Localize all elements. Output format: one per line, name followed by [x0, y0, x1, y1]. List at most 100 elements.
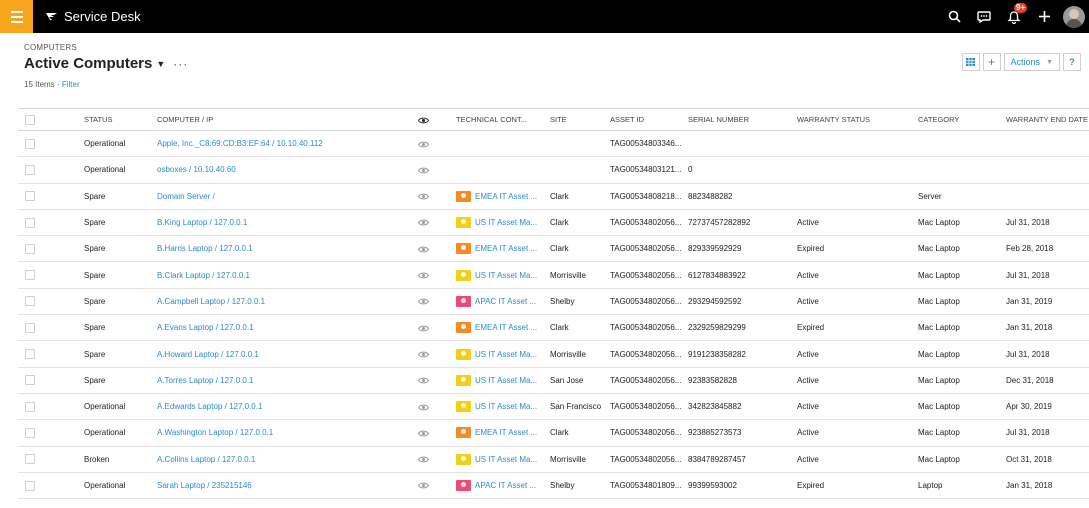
eye-icon[interactable] [418, 430, 429, 437]
technical-contact-link[interactable]: US IT Asset Ma... [475, 455, 537, 464]
row-checkbox[interactable] [25, 296, 35, 307]
computer-link[interactable]: Sarah Laptop / 235215146 [157, 481, 252, 490]
eye-icon[interactable] [418, 193, 429, 200]
eye-icon[interactable] [418, 272, 429, 279]
computer-link[interactable]: B.Harris Laptop / 127.0.0.1 [157, 244, 253, 253]
add-button[interactable]: + [982, 53, 1001, 71]
computer-link[interactable]: A.Evans Laptop / 127.0.0.1 [157, 323, 254, 332]
column-header[interactable]: WARRANTY STATUS [797, 108, 918, 131]
column-header-visibility[interactable] [418, 108, 456, 131]
asset-id-cell: TAG00534803346... [610, 130, 688, 158]
computer-link[interactable]: A.Howard Laptop / 127.0.0.1 [157, 350, 259, 359]
category-cell: Mac Laptop [918, 261, 1006, 289]
technical-contact-link[interactable]: EMEA IT Asset ... [475, 323, 537, 332]
table-row[interactable]: Spare A.Torres Laptop / 127.0.0.1 US IT As… [18, 367, 1089, 394]
technical-contact-link[interactable]: EMEA IT Asset ... [475, 244, 537, 253]
table-row[interactable]: Spare B.King Laptop / 127.0.0.1 US IT Asse… [18, 209, 1089, 237]
table-row[interactable]: Spare B.Clark Laptop / 127.0.0.1 US IT Ass… [18, 261, 1089, 289]
status-cell: Spare [84, 367, 157, 394]
column-header[interactable]: SITE [550, 108, 610, 131]
row-checkbox[interactable] [25, 454, 35, 465]
eye-icon[interactable] [418, 404, 429, 411]
column-header[interactable]: WARRANTY END DATE [1006, 108, 1089, 131]
user-avatar[interactable] [1063, 5, 1085, 28]
row-checkbox[interactable] [25, 164, 35, 175]
eye-icon[interactable] [418, 351, 429, 358]
computer-link[interactable]: B.King Laptop / 127.0.0.1 [157, 218, 247, 227]
technical-contact-link[interactable]: EMEA IT Asset ... [475, 428, 537, 437]
technical-contact-link[interactable]: US IT Asset Ma... [475, 350, 537, 359]
computer-link[interactable]: osboxes / 10.10.40.60 [157, 165, 236, 174]
column-header[interactable]: SERIAL NUMBER [688, 108, 797, 131]
eye-icon[interactable] [418, 167, 429, 174]
technical-contact-link[interactable]: US IT Asset Ma... [475, 218, 537, 227]
add-label: + [988, 55, 996, 69]
row-checkbox[interactable] [25, 270, 35, 281]
eye-icon[interactable] [418, 246, 429, 253]
table-row[interactable]: Operational A.Washington Laptop / 127.0.0… [18, 419, 1089, 447]
technical-contact-link[interactable]: APAC IT Asset ... [475, 481, 536, 490]
eye-icon[interactable] [418, 482, 429, 489]
asset-id-cell: TAG00534802056... [610, 209, 688, 237]
table-row[interactable]: Operational Apple, Inc._C8:69:CD:B3:EF:64… [18, 130, 1089, 158]
computer-link[interactable]: B.Clark Laptop / 127.0.0.1 [157, 271, 250, 280]
table-row[interactable]: Spare B.Harris Laptop / 127.0.0.1 EMEA IT … [18, 235, 1089, 263]
breadcrumb[interactable]: COMPUTERS [24, 43, 188, 52]
eye-icon[interactable] [418, 325, 429, 332]
actions-dropdown[interactable]: Actions ▼ [1003, 53, 1060, 71]
computer-link[interactable]: Domain Server / [157, 192, 215, 201]
notification-bell-icon[interactable]: 9+ [999, 0, 1029, 33]
grid-view-button[interactable] [961, 53, 980, 71]
brand[interactable]: Service Desk [45, 9, 141, 24]
help-button[interactable]: ? [1063, 53, 1081, 71]
row-checkbox[interactable] [25, 427, 35, 438]
column-header[interactable]: STATUS [84, 108, 157, 131]
computer-link[interactable]: Apple, Inc._C8:69:CD:B3:EF:64 / 10.10.40… [157, 139, 323, 148]
table-row[interactable]: Spare A.Howard Laptop / 127.0.0.1 US IT As… [18, 340, 1089, 368]
eye-icon[interactable] [418, 377, 429, 384]
row-checkbox[interactable] [25, 375, 35, 386]
more-options-icon[interactable]: ··· [173, 57, 188, 71]
column-header[interactable]: ASSET ID [610, 108, 688, 131]
menu-icon[interactable] [0, 0, 33, 33]
table-row[interactable]: Spare A.Evans Laptop / 127.0.0.1 EMEA IT A… [18, 314, 1089, 342]
technical-contact-link[interactable]: US IT Asset Ma... [475, 376, 537, 385]
table-row[interactable]: Spare A.Campbell Laptop / 127.0.0.1 APAC I… [18, 288, 1089, 316]
table-row[interactable]: Operational Sarah Laptop / 235215146 APAC … [18, 472, 1089, 500]
row-checkbox[interactable] [25, 243, 35, 254]
column-header[interactable]: TECHNICAL CONT... [456, 108, 550, 131]
computer-link[interactable]: A.Collins Laptop / 127.0.0.1 [157, 455, 255, 464]
row-checkbox[interactable] [25, 322, 35, 333]
table-row[interactable]: Spare Domain Server / EMEA IT Asset ... Cla… [18, 183, 1089, 210]
technical-contact-link[interactable]: US IT Asset Ma... [475, 271, 537, 280]
computer-link[interactable]: A.Washington Laptop / 127.0.0.1 [157, 428, 273, 437]
row-checkbox[interactable] [25, 349, 35, 360]
table-row[interactable]: Operational A.Edwards Laptop / 127.0.0.1 U… [18, 393, 1089, 421]
table-row[interactable]: Operational osboxes / 10.10.40.60 TAG00534… [18, 156, 1089, 184]
row-checkbox[interactable] [25, 191, 35, 202]
row-checkbox[interactable] [25, 401, 35, 412]
computer-link[interactable]: A.Campbell Laptop / 127.0.0.1 [157, 297, 265, 306]
technical-contact-link[interactable]: APAC IT Asset ... [475, 297, 536, 306]
technical-contact-link[interactable]: US IT Asset Ma... [475, 402, 537, 411]
filter-link[interactable]: Filter [62, 80, 80, 89]
plus-icon[interactable] [1029, 0, 1059, 33]
column-header[interactable]: COMPUTER / IP [157, 108, 418, 131]
column-header[interactable]: CATEGORY [918, 108, 1006, 131]
table-row[interactable]: Broken A.Collins Laptop / 127.0.0.1 US IT … [18, 446, 1089, 473]
select-all-checkbox[interactable] [25, 114, 35, 125]
title-dropdown-caret-icon[interactable]: ▼ [156, 59, 165, 69]
technical-contact-link[interactable]: EMEA IT Asset ... [475, 192, 537, 201]
chat-icon[interactable] [969, 0, 999, 33]
status-cell: Operational [84, 472, 157, 500]
eye-icon[interactable] [418, 456, 429, 463]
eye-icon[interactable] [418, 298, 429, 305]
eye-icon[interactable] [418, 219, 429, 226]
row-checkbox[interactable] [25, 480, 35, 491]
eye-icon[interactable] [418, 141, 429, 148]
row-checkbox[interactable] [25, 138, 35, 149]
search-icon[interactable] [939, 0, 969, 33]
row-checkbox[interactable] [25, 217, 35, 228]
computer-link[interactable]: A.Edwards Laptop / 127.0.0.1 [157, 402, 262, 411]
computer-link[interactable]: A.Torres Laptop / 127.0.0.1 [157, 376, 254, 385]
